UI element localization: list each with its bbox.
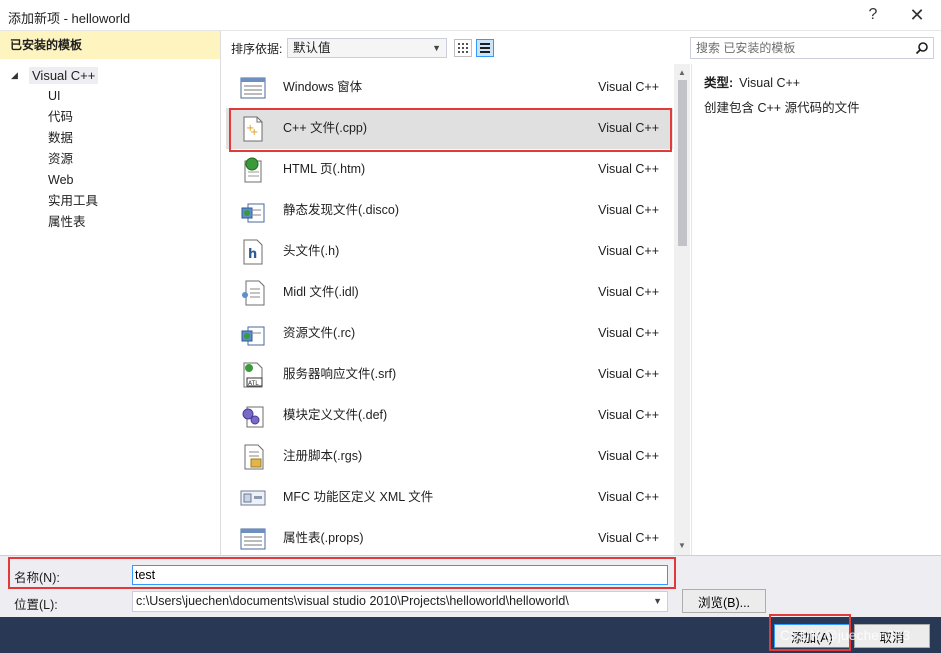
template-name: HTML 页(.htm): [283, 162, 366, 176]
template-name: 服务器响应文件(.srf): [283, 367, 397, 381]
location-label: 位置(L):: [14, 598, 58, 612]
category-tree: ◢ Visual C++ UI 代码 数据 资源 Web 实用工具 属性表: [0, 59, 220, 233]
tree-item-ui[interactable]: UI: [0, 86, 220, 107]
search-input[interactable]: [691, 38, 901, 58]
template-name: MFC 功能区定义 XML 文件: [283, 490, 434, 504]
template-item[interactable]: HTML 页(.htm) Visual C++: [226, 149, 673, 190]
rgs-file-icon: [244, 444, 264, 470]
tree-item-utility[interactable]: 实用工具: [0, 191, 220, 212]
template-name: 注册脚本(.rgs): [283, 449, 363, 463]
location-dropdown[interactable]: c:\Users\juechen\documents\visual studio…: [132, 591, 668, 612]
template-details-panel: 类型: Visual C++ 创建包含 C++ 源代码的文件: [691, 64, 941, 555]
tree-item-web[interactable]: Web: [0, 170, 220, 191]
html-page-icon: [244, 157, 262, 183]
template-language: Visual C++: [598, 80, 659, 94]
type-label: 类型:: [704, 76, 734, 90]
template-item[interactable]: 资源文件(.rc) Visual C++: [226, 313, 673, 354]
sort-dropdown[interactable]: 默认值 ▼: [287, 38, 447, 58]
template-language: Visual C++: [598, 203, 659, 217]
template-name: Midl 文件(.idl): [283, 285, 359, 299]
close-button[interactable]: ✕: [902, 4, 932, 26]
template-item[interactable]: 静态发现文件(.disco) Visual C++: [226, 190, 673, 231]
list-view-button[interactable]: [476, 39, 494, 57]
disco-file-icon: [241, 203, 265, 223]
template-language: Visual C++: [598, 121, 659, 135]
template-language: Visual C++: [598, 490, 659, 504]
expand-arrow-icon[interactable]: ◢: [11, 65, 18, 86]
template-language: Visual C++: [598, 367, 659, 381]
template-item[interactable]: 模块定义文件(.def) Visual C++: [226, 395, 673, 436]
chevron-down-icon: ▼: [653, 596, 662, 606]
template-item-selected[interactable]: + + C++ 文件(.cpp) Visual C++: [226, 108, 673, 149]
grid-view-icon: [458, 43, 468, 53]
list-view-icon: [480, 43, 490, 53]
template-list-scrollbar[interactable]: ▲ ▼: [674, 64, 690, 555]
svg-text:ATL: ATL: [248, 380, 259, 387]
template-item[interactable]: h 头文件(.h) Visual C++: [226, 231, 673, 272]
template-name: 头文件(.h): [283, 244, 340, 258]
scroll-down-icon[interactable]: ▼: [674, 539, 690, 553]
template-toolbar: 排序依据: 默认值 ▼: [221, 31, 691, 63]
template-language: Visual C++: [598, 244, 659, 258]
template-name: 静态发现文件(.disco): [283, 203, 399, 217]
chevron-down-icon: ▼: [432, 43, 441, 53]
template-categories-panel: 已安装的模板 ◢ Visual C++ UI 代码 数据 资源 Web 实用工具…: [0, 31, 221, 555]
help-button[interactable]: ?: [858, 4, 888, 26]
svg-text:h: h: [248, 247, 257, 262]
item-form: 名称(N): 位置(L): c:\Users\juechen\documents…: [0, 555, 941, 617]
template-language: Visual C++: [598, 449, 659, 463]
template-list[interactable]: Windows 窗体 Visual C++ + + C++ 文件(.cpp) Vi…: [226, 64, 674, 555]
template-item[interactable]: 注册脚本(.rgs) Visual C++: [226, 436, 673, 477]
template-language: Visual C++: [598, 162, 659, 176]
template-description: 创建包含 C++ 源代码的文件: [704, 101, 860, 115]
template-language: Visual C++: [598, 285, 659, 299]
installed-templates-header: 已安装的模板: [0, 31, 220, 59]
tree-item-data[interactable]: 数据: [0, 128, 220, 149]
template-name: Windows 窗体: [283, 80, 363, 94]
name-label: 名称(N):: [14, 571, 60, 585]
property-sheet-icon: [240, 528, 266, 550]
scroll-up-icon[interactable]: ▲: [674, 66, 690, 80]
name-field[interactable]: [132, 565, 668, 585]
search-icon[interactable]: [915, 41, 929, 55]
cpp-file-icon: ++: [243, 116, 263, 142]
tree-item-visual-cpp[interactable]: ◢ Visual C++: [0, 65, 220, 86]
template-language: Visual C++: [598, 531, 659, 545]
form-icon: [240, 77, 266, 99]
idl-file-icon: [242, 280, 265, 306]
tree-item-code[interactable]: 代码: [0, 107, 220, 128]
location-value: c:\Users\juechen\documents\visual studio…: [136, 594, 569, 608]
tree-item-property-sheet[interactable]: 属性表: [0, 212, 220, 233]
ribbon-xml-icon: [240, 490, 266, 506]
template-item[interactable]: 属性表(.props) Visual C++: [226, 518, 673, 555]
template-name: 属性表(.props): [283, 531, 364, 545]
browse-button[interactable]: 浏览(B)...: [682, 589, 766, 613]
template-item[interactable]: MFC 功能区定义 XML 文件 Visual C++: [226, 477, 673, 518]
tree-root-label: Visual C++: [29, 67, 99, 84]
title-bar: 添加新项 - helloworld ? ✕: [0, 0, 941, 31]
template-language: Visual C++: [598, 408, 659, 422]
srf-file-icon: ATL: [243, 362, 263, 388]
template-language: Visual C++: [598, 326, 659, 340]
window-title: 添加新项 - helloworld: [8, 11, 131, 26]
tree-item-resource[interactable]: 资源: [0, 149, 220, 170]
scroll-thumb[interactable]: [678, 80, 687, 246]
template-item[interactable]: ATL 服务器响应文件(.srf) Visual C++: [226, 354, 673, 395]
template-name: 资源文件(.rc): [283, 326, 356, 340]
template-name: C++ 文件(.cpp): [283, 121, 368, 135]
template-item[interactable]: Midl 文件(.idl) Visual C++: [226, 272, 673, 313]
template-item[interactable]: Windows 窗体 Visual C++: [226, 67, 673, 108]
type-value: Visual C++: [739, 76, 801, 90]
template-name: 模块定义文件(.def): [283, 408, 388, 422]
sort-label: 排序依据:: [231, 42, 283, 56]
header-file-icon: h: [243, 239, 263, 265]
svg-text:+: +: [250, 127, 258, 138]
type-line: 类型: Visual C++: [704, 72, 800, 91]
watermark: CSDN @juechen333: [780, 627, 911, 643]
template-search[interactable]: [690, 37, 934, 59]
resource-file-icon: [241, 326, 265, 346]
sort-value: 默认值: [293, 41, 331, 55]
def-file-icon: [242, 406, 264, 428]
small-icons-view-button[interactable]: [454, 39, 472, 57]
